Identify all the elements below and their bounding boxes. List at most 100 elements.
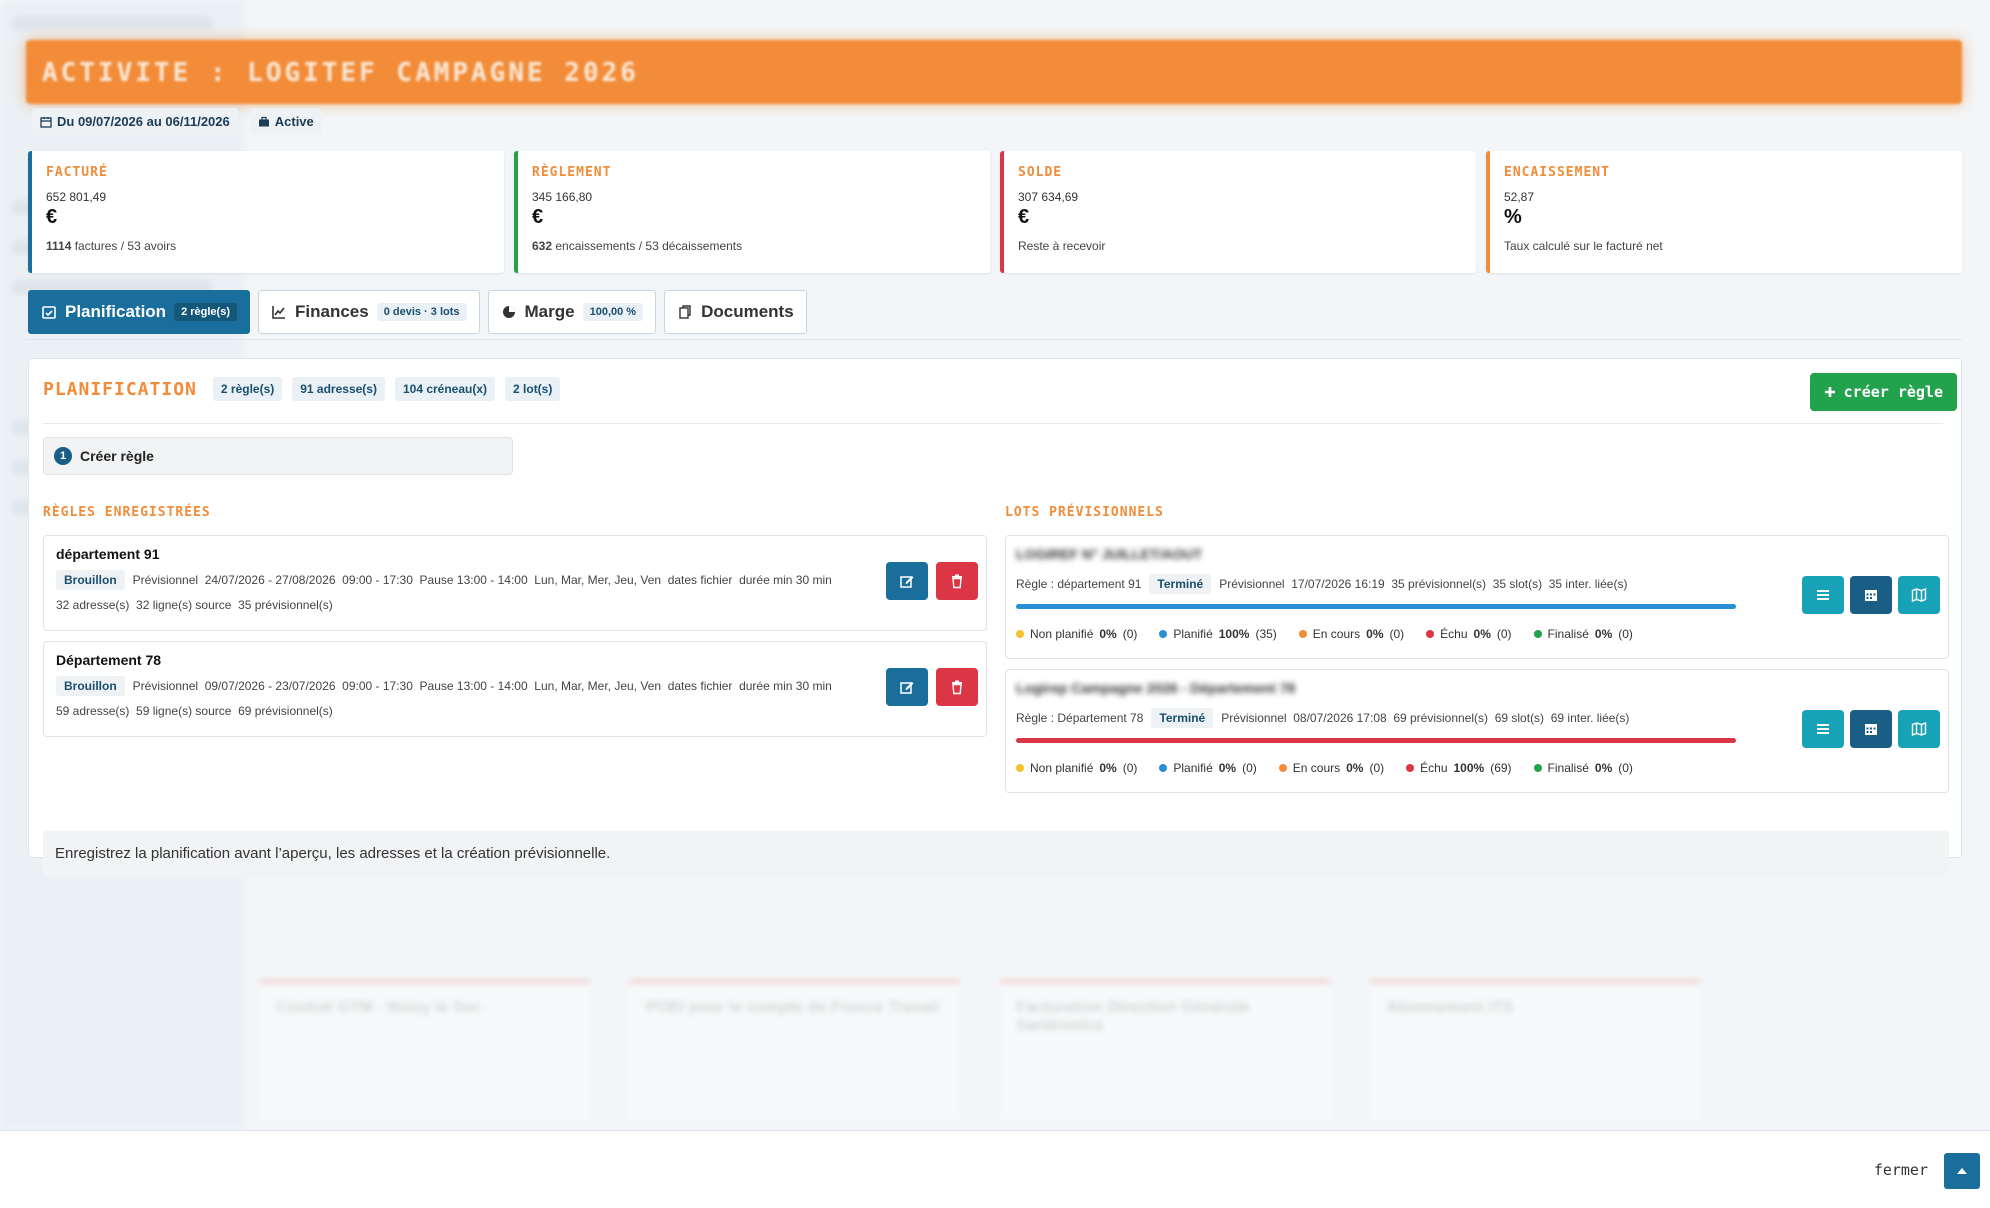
legend-label: Planifié (1173, 761, 1213, 775)
lot-calendar-button[interactable] (1850, 576, 1892, 614)
background-card: Facturation Direction Générale Sanitroni… (1000, 980, 1330, 1120)
rule-counts: 59 adresse(s) 59 ligne(s) source 69 prév… (56, 704, 333, 718)
lot-map-button[interactable] (1898, 576, 1940, 614)
tab-bar: Planification 2 règle(s) Finances 0 devi… (28, 290, 807, 334)
legend-dot (1426, 630, 1435, 638)
legend-value: 0% (1366, 627, 1384, 641)
legend-count: (35) (1255, 627, 1277, 641)
tab-badge: 100,00 % (582, 303, 644, 321)
tab-marge[interactable]: Marge 100,00 % (487, 290, 657, 334)
legend-item: Échu 0% (0) (1426, 627, 1512, 641)
tab-finances[interactable]: Finances 0 devis · 3 lots (258, 290, 480, 334)
legend-label: Échu (1420, 761, 1448, 775)
legend-value: 100% (1453, 761, 1485, 775)
count-pill: 104 créneau(x) (394, 377, 496, 401)
background-card: Abonnement ITS (1370, 980, 1700, 1120)
legend-count: (69) (1490, 761, 1512, 775)
legend-label: Non planifié (1030, 627, 1094, 641)
close-button[interactable]: fermer (1874, 1161, 1928, 1179)
tab-documents[interactable]: Documents (664, 290, 807, 334)
legend-item: Planifié 100% (35) (1159, 627, 1277, 641)
calendar-check-icon (42, 306, 56, 319)
legend-item: En cours 0% (0) (1298, 627, 1404, 641)
legend-item: Planifié 0% (0) (1159, 761, 1257, 775)
briefcase-icon (258, 116, 269, 126)
legend-label: Non planifié (1030, 761, 1094, 775)
legend-value: 100% (1218, 627, 1250, 641)
documents-icon (679, 305, 691, 319)
background-cards: Contrat GTM - Noisy le Sec POEI pour le … (260, 980, 1700, 1120)
legend-value: 0% (1218, 761, 1237, 775)
legend-dot (1278, 764, 1287, 772)
lot-calendar-button[interactable] (1850, 710, 1892, 748)
activity-modal: ACTIVITE : LOGITEF CAMPAGNE 2026 Du 09/0… (26, 36, 1962, 877)
lot-details-row: Règle : Département 78 Terminé Prévision… (1016, 708, 1938, 728)
tab-label: Planification (65, 302, 167, 321)
rule-details: Prévisionnel 24/07/2026 - 27/08/2026 09:… (132, 573, 832, 587)
stat-sub: 632 encaissements / 53 décaissements (532, 239, 976, 253)
lot-status-badge: Terminé (1149, 574, 1212, 594)
legend-dot (1406, 764, 1415, 772)
legend-label: En cours (1292, 761, 1341, 775)
lot-list-button[interactable] (1802, 710, 1844, 748)
scroll-top-button[interactable] (1944, 1153, 1980, 1189)
create-rule-button[interactable]: créer règle (1809, 373, 1957, 411)
legend-item: Finalisé 0% (0) (1533, 627, 1633, 641)
create-rule-step[interactable]: 1 Créer règle (43, 437, 513, 475)
count-pill: 91 adresse(s) (292, 377, 385, 401)
list-icon (1817, 590, 1829, 600)
legend-item: Échu 100% (69) (1406, 761, 1512, 775)
legend-count: (0) (1618, 627, 1633, 641)
stat-label: SOLDE (1018, 165, 1063, 180)
tab-badge: 2 règle(s) (174, 303, 237, 321)
rule-details-row: Brouillon Prévisionnel 09/07/2026 - 23/0… (56, 676, 974, 696)
modal-footer: fermer (0, 1130, 1990, 1208)
stat-value: 652 801,49 (46, 190, 107, 204)
tab-label: Documents (701, 302, 794, 321)
map-icon (1911, 721, 1927, 737)
period-chip: Du 09/07/2026 au 06/11/2026 (32, 108, 238, 135)
legend-value: 0% (1473, 627, 1491, 641)
background-card: Contrat GTM - Noisy le Sec (260, 980, 590, 1120)
lot-list-button[interactable] (1802, 576, 1844, 614)
edit-rule-button[interactable] (886, 668, 928, 706)
legend-label: Échu (1440, 627, 1468, 641)
lot-progress-bar (1016, 738, 1736, 743)
lot-progress-fill (1016, 738, 1736, 743)
lot-legend: Non planifié 0% (0) Planifié 100% (35) En co… (1016, 627, 1938, 641)
lot-status-badge: Terminé (1151, 708, 1214, 728)
list-icon (1817, 724, 1829, 734)
lot-map-button[interactable] (1898, 710, 1940, 748)
legend-count: (0) (1122, 761, 1138, 775)
stat-card: SOLDE 307 634,69 € Reste à recevoir (1000, 151, 1476, 273)
panel-title: PLANIFICATION (43, 378, 197, 400)
stat-card: RÈGLEMENT 345 166,80 € 632 encaissements… (514, 151, 990, 273)
status-text: Active (274, 114, 314, 129)
legend-label: Finalisé (1547, 761, 1589, 775)
stat-value: 345 166,80 (532, 190, 593, 204)
legend-dot (1159, 764, 1168, 772)
tab-planification[interactable]: Planification 2 règle(s) (28, 290, 250, 334)
calendar-icon (40, 116, 52, 128)
tab-divider (26, 339, 1962, 340)
count-pill: 2 lot(s) (505, 377, 561, 401)
trash-icon (952, 574, 962, 589)
edit-rule-button[interactable] (886, 562, 928, 600)
calendar-icon (1865, 724, 1877, 735)
delete-rule-button[interactable] (936, 562, 978, 600)
stat-sub: Reste à recevoir (1018, 239, 1462, 253)
legend-label: Finalisé (1547, 627, 1589, 641)
plus-icon (1824, 387, 1835, 397)
lot-name: LOGIREF N° JUILLET/AOUT (1016, 546, 1203, 562)
period-text: Du 09/07/2026 au 06/11/2026 (57, 114, 230, 129)
stats-row: FACTURÉ 652 801,49 € 1114 factures / 53 … (28, 151, 1962, 273)
lot-legend: Non planifié 0% (0) Planifié 0% (0) En cours… (1016, 761, 1938, 775)
legend-value: 0% (1346, 761, 1364, 775)
legend-value: 0% (1594, 627, 1613, 641)
caret-up-icon (1957, 1168, 1967, 1174)
step-number: 1 (54, 447, 72, 465)
calendar-icon (1865, 590, 1877, 601)
delete-rule-button[interactable] (936, 668, 978, 706)
rule-name: Département 78 (56, 652, 162, 668)
legend-count: (0) (1122, 627, 1138, 641)
